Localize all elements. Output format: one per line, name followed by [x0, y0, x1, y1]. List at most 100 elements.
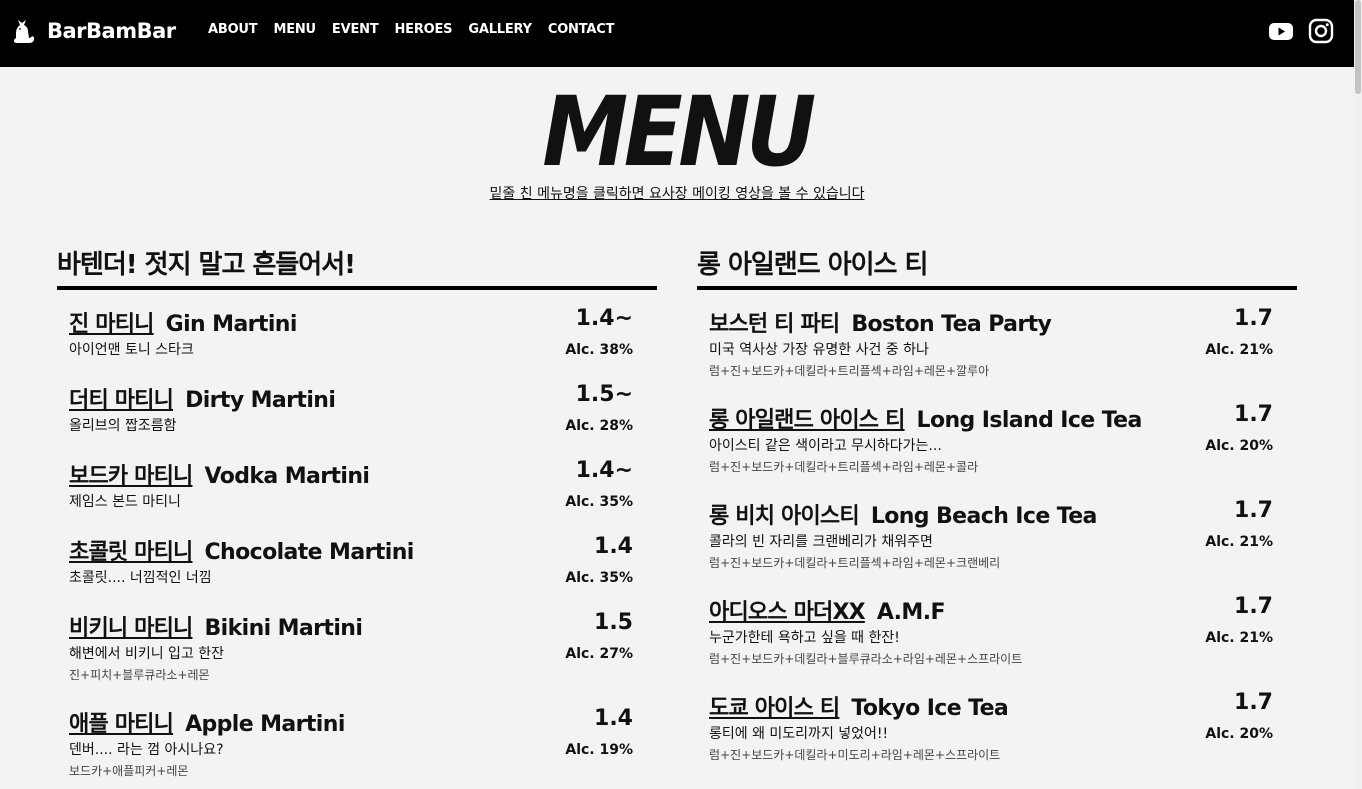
- menu-item-desc: 콜라의 빈 자리를 크랜베리가 채워주면 Alc. 21%: [709, 533, 1285, 551]
- social-links: [1268, 18, 1334, 44]
- menu-item-recipe: 럼+진+보드카+데킬라+트리플섹+라임+레몬+콜라: [709, 460, 979, 474]
- menu-item-desc: 미국 역사상 가장 유명한 사건 중 하나 Alc. 21%: [709, 341, 1285, 359]
- brand-name: BarBamBar: [47, 19, 176, 43]
- menu-item-price: 1.7: [1234, 498, 1273, 523]
- menu-item-video-link[interactable]: 보드카 마티니: [69, 458, 193, 490]
- scrollbar-thumb[interactable]: [1355, 0, 1361, 94]
- menu-item-price: 1.7: [1234, 306, 1273, 331]
- menu-item-video-link[interactable]: 아디오스 마더XX: [709, 594, 866, 626]
- menu-list: 진 마티니 Gin Martini 1.4~ 아이언맨 토니 스타크 Alc. …: [57, 290, 657, 786]
- menu-item-price: 1.4: [594, 706, 633, 731]
- menu-item-desc-text: 아이언맨 토니 스타크: [69, 342, 194, 358]
- menu-item: 비키니 마티니 Bikini Martini 1.5 해변에서 비키니 입고 한…: [69, 594, 645, 690]
- menu-item-name-en: A.M.F: [876, 600, 946, 625]
- menu-item-desc: 제임스 본드 마티니 Alc. 35%: [69, 493, 645, 511]
- menu-item-video-link[interactable]: 도쿄 아이스 티: [709, 690, 840, 722]
- menu-item-alc: Alc. 21%: [1205, 630, 1273, 646]
- menu-item-name-en: Apple Martini: [185, 712, 345, 737]
- menu-item-desc: 롱티에 왜 미도리까지 넣었어!! Alc. 20%: [709, 725, 1285, 743]
- menu-item-name-en: Bikini Martini: [204, 616, 363, 641]
- menu-item-desc-text: 누군가한테 욕하고 싶을 때 한잔!: [709, 630, 900, 646]
- nav-link-about[interactable]: ABOUT: [208, 22, 258, 37]
- menu-item-video-link[interactable]: 애플 마티니: [69, 706, 174, 738]
- menu-item-alc: Alc. 38%: [565, 342, 633, 358]
- section-title: 바텐더! 젓지 말고 흔들어서!: [57, 250, 356, 280]
- menu-item-desc-text: 콜라의 빈 자리를 크랜베리가 채워주면: [709, 534, 933, 550]
- page-title: MENU: [542, 76, 816, 188]
- menu-item: 진 마티니 Gin Martini 1.4~ 아이언맨 토니 스타크 Alc. …: [69, 290, 645, 366]
- menu-list: 보스턴 티 파티 Boston Tea Party 1.7 미국 역사상 가장 …: [697, 290, 1297, 770]
- menu-item-desc: 덴버.... 라는 껌 아시나요? Alc. 19%: [69, 741, 645, 759]
- menu-item-desc-text: 미국 역사상 가장 유명한 사건 중 하나: [709, 342, 929, 358]
- menu-item-alc: Alc. 35%: [565, 570, 633, 586]
- menu-item-name-en: Vodka Martini: [204, 464, 370, 489]
- menu-item-name-en: Long Beach Ice Tea: [870, 504, 1098, 529]
- nav-link-heroes[interactable]: HEROES: [394, 22, 452, 37]
- menu-item-price: 1.7: [1234, 594, 1273, 619]
- nav-link-contact[interactable]: CONTACT: [548, 22, 615, 37]
- brand-logo-link[interactable]: BarBamBar: [12, 17, 176, 45]
- menu-item-video-link[interactable]: 초콜릿 마티니: [69, 534, 193, 566]
- menu-item: 롱 비치 아이스티 Long Beach Ice Tea 1.7 콜라의 빈 자…: [709, 482, 1285, 578]
- menu-section-long-island: 롱 아일랜드 아이스 티 보스턴 티 파티 Boston Tea Party 1…: [697, 246, 1297, 770]
- menu-item: 초콜릿 마티니 Chocolate Martini 1.4 초콜릿.... 너낌…: [69, 518, 645, 594]
- menu-item-desc-text: 올리브의 짭조름함: [69, 418, 177, 434]
- menu-section-martini: 바텐더! 젓지 말고 흔들어서! 진 마티니 Gin Martini 1.4~ …: [57, 246, 657, 786]
- menu-item-desc: 초콜릿.... 너낌적인 너낌 Alc. 35%: [69, 569, 645, 587]
- nav-link-gallery[interactable]: GALLERY: [468, 22, 532, 37]
- menu-item-price: 1.4~: [575, 458, 633, 483]
- top-navbar: BarBamBar ABOUT MENU EVENT HEROES GALLER…: [0, 0, 1362, 67]
- menu-item-name-en: Chocolate Martini: [204, 540, 415, 565]
- menu-item-name-en: Long Island Ice Tea: [916, 408, 1143, 433]
- menu-item-video-link[interactable]: 진 마티니: [69, 306, 154, 338]
- menu-item: 롱 아일랜드 아이스 티 Long Island Ice Tea 1.7 아이스…: [709, 386, 1285, 482]
- youtube-icon[interactable]: [1268, 18, 1294, 44]
- menu-item: 보스턴 티 파티 Boston Tea Party 1.7 미국 역사상 가장 …: [709, 290, 1285, 386]
- menu-item-recipe: 럼+진+보드카+데킬라+미도리+라임+레몬+스프라이트: [709, 748, 1001, 762]
- menu-item-desc: 아이스티 같은 색이라고 무시하다가는... Alc. 20%: [709, 437, 1285, 455]
- menu-item-alc: Alc. 20%: [1205, 726, 1273, 742]
- menu-item-price: 1.4~: [575, 306, 633, 331]
- menu-item-name-en: Dirty Martini: [185, 388, 336, 413]
- menu-item-desc-text: 제임스 본드 마티니: [69, 494, 181, 510]
- menu-item-desc: 아이언맨 토니 스타크 Alc. 38%: [69, 341, 645, 359]
- menu-item-recipe: 럼+진+보드카+데킬라+트리플섹+라임+레몬+깔루아: [709, 364, 990, 378]
- menu-item-desc-text: 아이스티 같은 색이라고 무시하다가는...: [709, 438, 942, 454]
- nav-link-menu[interactable]: MENU: [273, 22, 316, 37]
- menu-item-alc: Alc. 27%: [565, 646, 633, 662]
- menu-item-desc-text: 덴버.... 라는 껌 아시나요?: [69, 742, 224, 758]
- menu-item: 애플 마티니 Apple Martini 1.4 덴버.... 라는 껌 아시나…: [69, 690, 645, 786]
- menu-item: 도쿄 아이스 티 Tokyo Ice Tea 1.7 롱티에 왜 미도리까지 넣…: [709, 674, 1285, 770]
- menu-item-video-link[interactable]: 더티 마티니: [69, 382, 174, 414]
- menu-item-desc-text: 초콜릿.... 너낌적인 너낌: [69, 570, 212, 586]
- menu-item-video-link[interactable]: 비키니 마티니: [69, 610, 193, 642]
- menu-item-alc: Alc. 35%: [565, 494, 633, 510]
- section-title: 롱 아일랜드 아이스 티: [697, 250, 928, 280]
- menu-item-alc: Alc. 20%: [1205, 438, 1273, 454]
- menu-item-desc: 해변에서 비키니 입고 한잔 Alc. 27%: [69, 645, 645, 663]
- menu-item-name-ko: 보스턴 티 파티: [709, 312, 840, 337]
- menu-item-alc: Alc. 28%: [565, 418, 633, 434]
- menu-item-price: 1.7: [1234, 690, 1273, 715]
- menu-item-name-ko: 롱 비치 아이스티: [709, 504, 860, 529]
- page-scrollbar[interactable]: [1354, 0, 1362, 789]
- menu-item-price: 1.4: [594, 534, 633, 559]
- menu-item-name-en: Boston Tea Party: [851, 312, 1052, 337]
- instagram-icon[interactable]: [1308, 18, 1334, 44]
- menu-item-desc-text: 롱티에 왜 미도리까지 넣었어!!: [709, 726, 889, 742]
- menu-item-desc: 누군가한테 욕하고 싶을 때 한잔! Alc. 21%: [709, 629, 1285, 647]
- menu-item-price: 1.5: [594, 610, 633, 635]
- menu-item-name-en: Tokyo Ice Tea: [851, 696, 1009, 721]
- menu-item-video-link[interactable]: 롱 아일랜드 아이스 티: [709, 402, 905, 434]
- menu-item: 보드카 마티니 Vodka Martini 1.4~ 제임스 본드 마티니 Al…: [69, 442, 645, 518]
- menu-item-price: 1.5~: [575, 382, 633, 407]
- main-nav: ABOUT MENU EVENT HEROES GALLERY CONTACT: [208, 22, 630, 37]
- menu-item-name-en: Gin Martini: [165, 312, 298, 337]
- menu-item: 아디오스 마더XX A.M.F 1.7 누군가한테 욕하고 싶을 때 한잔! A…: [709, 578, 1285, 674]
- nav-link-event[interactable]: EVENT: [332, 22, 379, 37]
- menu-item-desc-text: 해변에서 비키니 입고 한잔: [69, 646, 225, 662]
- menu-item-alc: Alc. 19%: [565, 742, 633, 758]
- menu-item-desc: 올리브의 짭조름함 Alc. 28%: [69, 417, 645, 435]
- menu-item-alc: Alc. 21%: [1205, 342, 1273, 358]
- cat-icon: [14, 20, 35, 43]
